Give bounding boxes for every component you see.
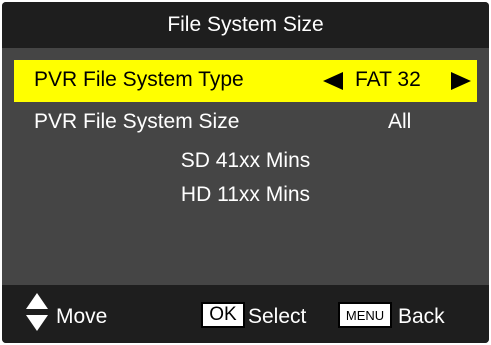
file-system-size-label: PVR File System Size: [34, 110, 240, 133]
back-label: Back: [398, 305, 445, 328]
sd-duration: SD 41xx Mins: [180, 149, 311, 172]
menu-item-file-system-size[interactable]: PVR File System Size All: [14, 102, 477, 144]
ok-key-icon: OK: [201, 302, 245, 328]
menu-key-icon: MENU: [338, 302, 392, 328]
dialog-header: File System Size: [2, 2, 489, 48]
dialog-title: File System Size: [167, 13, 324, 36]
osd-screen: File System Size PVR File System Type FA…: [2, 2, 489, 343]
move-label: Move: [56, 305, 108, 328]
file-system-size-value: All: [388, 110, 412, 133]
file-system-type-label: PVR File System Type: [34, 68, 244, 91]
triangle-left-icon[interactable]: [323, 72, 343, 90]
footer-bar: Move OK Select MENU Back: [2, 285, 489, 343]
triangle-down-icon: [26, 315, 48, 331]
select-label: Select: [248, 305, 307, 328]
hd-duration: HD 11xx Mins: [180, 183, 311, 206]
file-system-type-value: FAT 32: [355, 68, 421, 91]
triangle-up-icon: [26, 293, 48, 309]
menu-item-file-system-type[interactable]: PVR File System Type FAT 32: [14, 60, 477, 102]
triangle-right-icon[interactable]: [451, 72, 471, 90]
